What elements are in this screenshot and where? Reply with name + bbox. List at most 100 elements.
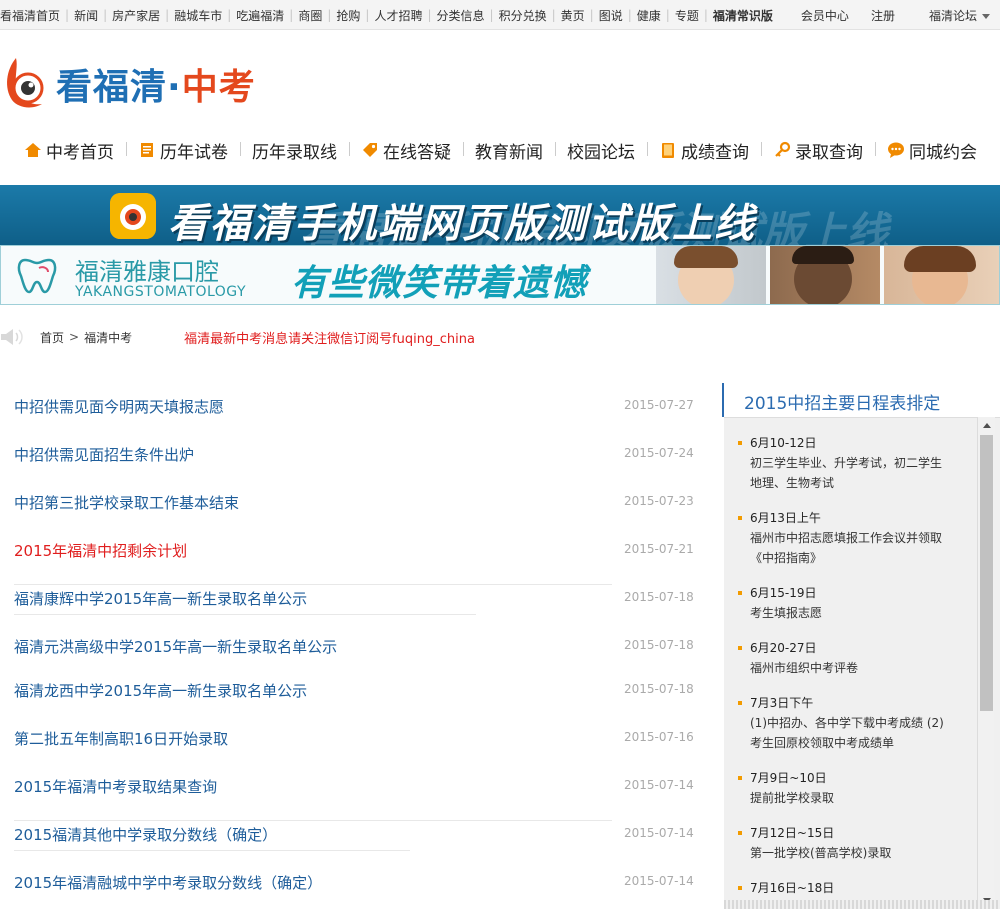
nav-item-label: 成绩查询 bbox=[681, 142, 749, 163]
bullet-icon bbox=[738, 886, 742, 890]
top-link[interactable]: 图说 bbox=[599, 7, 623, 24]
news-row: 2015年福清融城中学中考录取分数线（确定） 2015-07-14 bbox=[0, 858, 700, 906]
top-link-separator: | bbox=[665, 8, 670, 22]
app-icon bbox=[110, 193, 156, 239]
news-date: 2015-07-14 bbox=[624, 826, 694, 840]
logo-brand: 看福清 bbox=[56, 67, 168, 108]
top-link[interactable]: 分类信息 bbox=[437, 7, 485, 24]
eye-logo-icon bbox=[7, 58, 44, 108]
news-date: 2015-07-23 bbox=[624, 494, 694, 508]
register-link[interactable]: 注册 bbox=[871, 7, 895, 24]
nav-item[interactable]: 在线答疑 bbox=[349, 138, 463, 163]
news-date: 2015-07-18 bbox=[624, 638, 694, 652]
top-link-separator: | bbox=[627, 8, 632, 22]
tag-icon bbox=[361, 141, 379, 159]
dental-brand-en: YAKANGSTOMATOLOGY bbox=[75, 284, 246, 300]
top-link-separator: | bbox=[365, 8, 370, 22]
news-title-link[interactable]: 2015年福清融城中学中考录取分数线（确定） bbox=[14, 872, 322, 893]
row-divider bbox=[14, 820, 612, 821]
breadcrumb-current[interactable]: 福清中考 bbox=[84, 329, 132, 346]
top-link[interactable]: 房产家居 bbox=[112, 7, 160, 24]
top-link[interactable]: 黄页 bbox=[561, 7, 585, 24]
news-title-link[interactable]: 福清康辉中学2015年高一新生录取名单公示 bbox=[14, 588, 307, 609]
schedule-date: 6月10-12日 bbox=[750, 436, 817, 450]
bullet-icon bbox=[738, 831, 742, 835]
nav-item[interactable]: 中考首页 bbox=[0, 138, 126, 163]
wechat-notice: 福清最新中考消息请关注微信订阅号fuqing_china bbox=[184, 331, 475, 347]
top-link[interactable]: 人才招聘 bbox=[374, 7, 422, 24]
schedule-item: 7月9日~10日 提前批学校录取 bbox=[738, 768, 950, 808]
breadcrumb-home[interactable]: 首页 bbox=[40, 329, 64, 346]
news-title-link[interactable]: 中招第三批学校录取工作基本结束 bbox=[14, 492, 239, 513]
top-link[interactable]: 新闻 bbox=[74, 7, 98, 24]
nav-item[interactable]: 同城约会 bbox=[875, 138, 989, 163]
book-icon bbox=[659, 141, 677, 159]
dental-brand-cn: 福清雅康口腔 bbox=[75, 258, 219, 286]
schedule-scrollbar[interactable] bbox=[977, 417, 995, 909]
news-date: 2015-07-16 bbox=[624, 730, 694, 744]
top-link-separator: | bbox=[589, 8, 594, 22]
row-divider bbox=[14, 584, 612, 585]
top-link[interactable]: 福清常识版 bbox=[713, 7, 773, 24]
top-link-separator: | bbox=[551, 8, 556, 22]
schedule-text: 福州市中招志愿填报工作会议并领取《中招指南》 bbox=[750, 531, 943, 565]
nav-item[interactable]: 历年试卷 bbox=[126, 138, 240, 163]
forum-dropdown[interactable]: 福清论坛 bbox=[929, 7, 990, 24]
top-link[interactable]: 抢购 bbox=[336, 7, 360, 24]
top-link[interactable]: 看福清首页 bbox=[0, 7, 60, 24]
top-link[interactable]: 专题 bbox=[675, 7, 699, 24]
news-row: 福清康辉中学2015年高一新生录取名单公示 2015-07-18 bbox=[0, 574, 700, 622]
mobile-launch-banner[interactable]: 看福清手机端网页版测试版上线 看福清手机端网页版测试版上线 bbox=[0, 185, 1000, 245]
news-date: 2015-07-24 bbox=[624, 446, 694, 460]
top-link[interactable]: 积分兑换 bbox=[499, 7, 547, 24]
news-title-link[interactable]: 2015福清其他中学录取分数线（确定） bbox=[14, 824, 277, 845]
top-link[interactable]: 健康 bbox=[637, 7, 661, 24]
nav-item[interactable]: 校园论坛 bbox=[555, 138, 647, 163]
bullet-icon bbox=[738, 516, 742, 520]
schedule-header: 2015中招主要日程表排定 bbox=[722, 383, 1000, 417]
news-title-link[interactable]: 福清元洪高级中学2015年高一新生录取名单公示 bbox=[14, 636, 337, 657]
top-link-separator: | bbox=[327, 8, 332, 22]
site-logo[interactable]: 看福清·中考 bbox=[0, 48, 290, 118]
member-center-link[interactable]: 会员中心 bbox=[801, 7, 849, 24]
schedule-item: 6月20-27日 福州市组织中考评卷 bbox=[738, 638, 950, 678]
dental-ad-banner[interactable]: 福清雅康口腔 YAKANGSTOMATOLOGY 有些微笑带着遗憾 bbox=[0, 245, 1000, 305]
top-right-links: 会员中心 | 注册 福清论坛 bbox=[801, 0, 990, 30]
arrow-up-icon bbox=[982, 423, 991, 428]
nav-item[interactable]: 历年录取线 bbox=[240, 138, 349, 163]
schedule-title: 2015中招主要日程表排定 bbox=[744, 394, 941, 414]
nav-item-label: 同城约会 bbox=[909, 142, 977, 163]
bullet-icon bbox=[738, 591, 742, 595]
scroll-thumb[interactable] bbox=[980, 435, 993, 711]
breadcrumb-separator: > bbox=[69, 330, 80, 344]
nav-item-label: 录取查询 bbox=[795, 142, 863, 163]
top-link[interactable]: 吃遍福清 bbox=[236, 7, 284, 24]
news-date: 2015-07-18 bbox=[624, 590, 694, 604]
scroll-up-button[interactable] bbox=[978, 417, 995, 434]
news-title-link[interactable]: 2015年福清中考录取结果查询 bbox=[14, 776, 217, 797]
top-link[interactable]: 商圈 bbox=[298, 7, 322, 24]
news-title-link[interactable]: 福清龙西中学2015年高一新生录取名单公示 bbox=[14, 680, 307, 701]
nav-item-label: 中考首页 bbox=[46, 142, 114, 163]
news-row: 中招供需见面招生条件出炉 2015-07-24 bbox=[0, 430, 700, 478]
nav-item-label: 在线答疑 bbox=[383, 142, 451, 163]
top-link[interactable]: 融城车市 bbox=[174, 7, 222, 24]
news-row: 福清元洪高级中学2015年高一新生录取名单公示 2015-07-18 bbox=[0, 622, 700, 666]
news-title-link[interactable]: 2015年福清中招剩余计划 bbox=[14, 540, 187, 561]
news-title-link[interactable]: 中招供需见面今明两天填报志愿 bbox=[14, 396, 224, 417]
nav-item-label: 校园论坛 bbox=[567, 142, 635, 163]
nav-item[interactable]: 录取查询 bbox=[761, 138, 875, 163]
bullet-icon bbox=[738, 776, 742, 780]
news-title-link[interactable]: 第二批五年制高职16日开始录取 bbox=[14, 728, 228, 749]
schedule-text: (1)中招办、各中学下载中考成绩 (2)考生回原校领取中考成绩单 bbox=[750, 716, 944, 750]
news-title-link[interactable]: 中招供需见面招生条件出炉 bbox=[14, 444, 194, 465]
nav-item[interactable]: 教育新闻 bbox=[463, 138, 555, 163]
document-icon bbox=[138, 141, 156, 159]
nav-item[interactable]: 成绩查询 bbox=[647, 138, 761, 163]
child-photo-3 bbox=[884, 246, 999, 304]
schedule-text: 考生填报志愿 bbox=[750, 606, 823, 620]
logo-text: 看福清·中考 bbox=[56, 58, 256, 110]
child-photo-1 bbox=[656, 246, 766, 304]
top-link-separator: | bbox=[427, 8, 432, 22]
schedule-date: 6月13日上午 bbox=[750, 511, 821, 525]
